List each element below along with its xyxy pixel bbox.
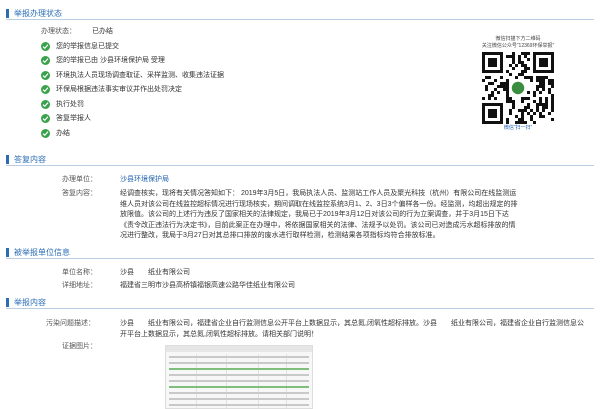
section-marker: [6, 155, 9, 164]
unit-section-header: 被举报单位信息: [6, 246, 594, 259]
pollution-desc-label: 污染问题描述：: [46, 320, 95, 327]
qr-panel: 微信扫描下方二维码 关注微信公众号“12369环保举报” 微信“扫一扫”: [466, 36, 570, 132]
state-label: 办理状态：: [41, 28, 76, 35]
reply-content-label: 答复内容：: [62, 190, 97, 197]
state-value: 已办结: [92, 28, 113, 35]
evidence-row: [169, 374, 309, 376]
report-section-title: 举报内容: [14, 298, 46, 307]
reply-section-title: 答复内容: [14, 155, 46, 164]
qr-caption: 关注微信公众号“12369环保举报”: [481, 43, 555, 49]
evidence-row: [169, 386, 309, 388]
report-section-header: 举报内容: [6, 296, 594, 309]
check-icon: [41, 129, 50, 138]
step-text: 答复举报人: [56, 115, 91, 122]
evidence-row: [169, 404, 309, 406]
step-text: 您的举报信息已提交: [56, 43, 119, 50]
evidence-row: [169, 356, 309, 358]
evidence-row: [169, 380, 309, 382]
evidence-image-header: [166, 346, 312, 352]
check-icon: [41, 100, 50, 109]
unit-label: 办理单位：: [62, 176, 97, 183]
evidence-row: [169, 392, 309, 394]
step-text: 执行处罚: [56, 101, 84, 108]
unit-name-value: 沙县 纸业有限公司: [120, 269, 190, 276]
check-icon: [41, 114, 50, 123]
check-icon: [41, 71, 50, 80]
section-marker: [6, 248, 9, 257]
evidence-row: [169, 368, 309, 370]
unit-value: 沙县环境保护局: [120, 176, 169, 183]
reply-content-value: 经调查核实，现将有关情况答知如下： 2019年3月5日，我局执法人员、监测站工作…: [120, 190, 518, 239]
step-text: 环境执法人员现场调查取证、采样监测、收集违法证据: [56, 72, 224, 79]
evidence-image[interactable]: [165, 345, 313, 409]
pollution-desc-value: 沙县 纸业有限公司，福建省企业自行监测信息公开平台上数据显示，其总氮,闭氧性超标…: [120, 320, 584, 338]
step-text: 办结: [56, 130, 70, 137]
section-marker: [6, 298, 9, 307]
check-icon: [41, 85, 50, 94]
step-text: 您的举报已由 沙县环境保护局 受理: [56, 57, 165, 64]
step-text: 环保局根据违法事实审议并作出处罚决定: [56, 86, 182, 93]
unit-section-title: 被举报单位信息: [14, 248, 70, 257]
address-value: 福建省三明市沙县高桥镇福银高速公路华佳纸业有限公司: [120, 282, 295, 289]
status-section-title: 举报办理状态: [14, 9, 62, 18]
evidence-row: [169, 398, 309, 400]
section-marker: [6, 9, 9, 18]
unit-name-label: 单位名称：: [62, 269, 97, 276]
evidence-label: 证据图片：: [62, 343, 97, 350]
reply-section-header: 答复内容: [6, 153, 594, 166]
address-label: 详细地址：: [62, 282, 97, 289]
check-icon: [41, 56, 50, 65]
check-icon: [41, 42, 50, 51]
qr-scan-caption: 微信“扫一扫”: [503, 125, 533, 131]
qr-code-image[interactable]: [482, 52, 554, 124]
status-section-header: 举报办理状态: [6, 7, 594, 20]
qr-caption: 微信扫描下方二维码: [495, 36, 541, 42]
evidence-row: [169, 362, 309, 364]
